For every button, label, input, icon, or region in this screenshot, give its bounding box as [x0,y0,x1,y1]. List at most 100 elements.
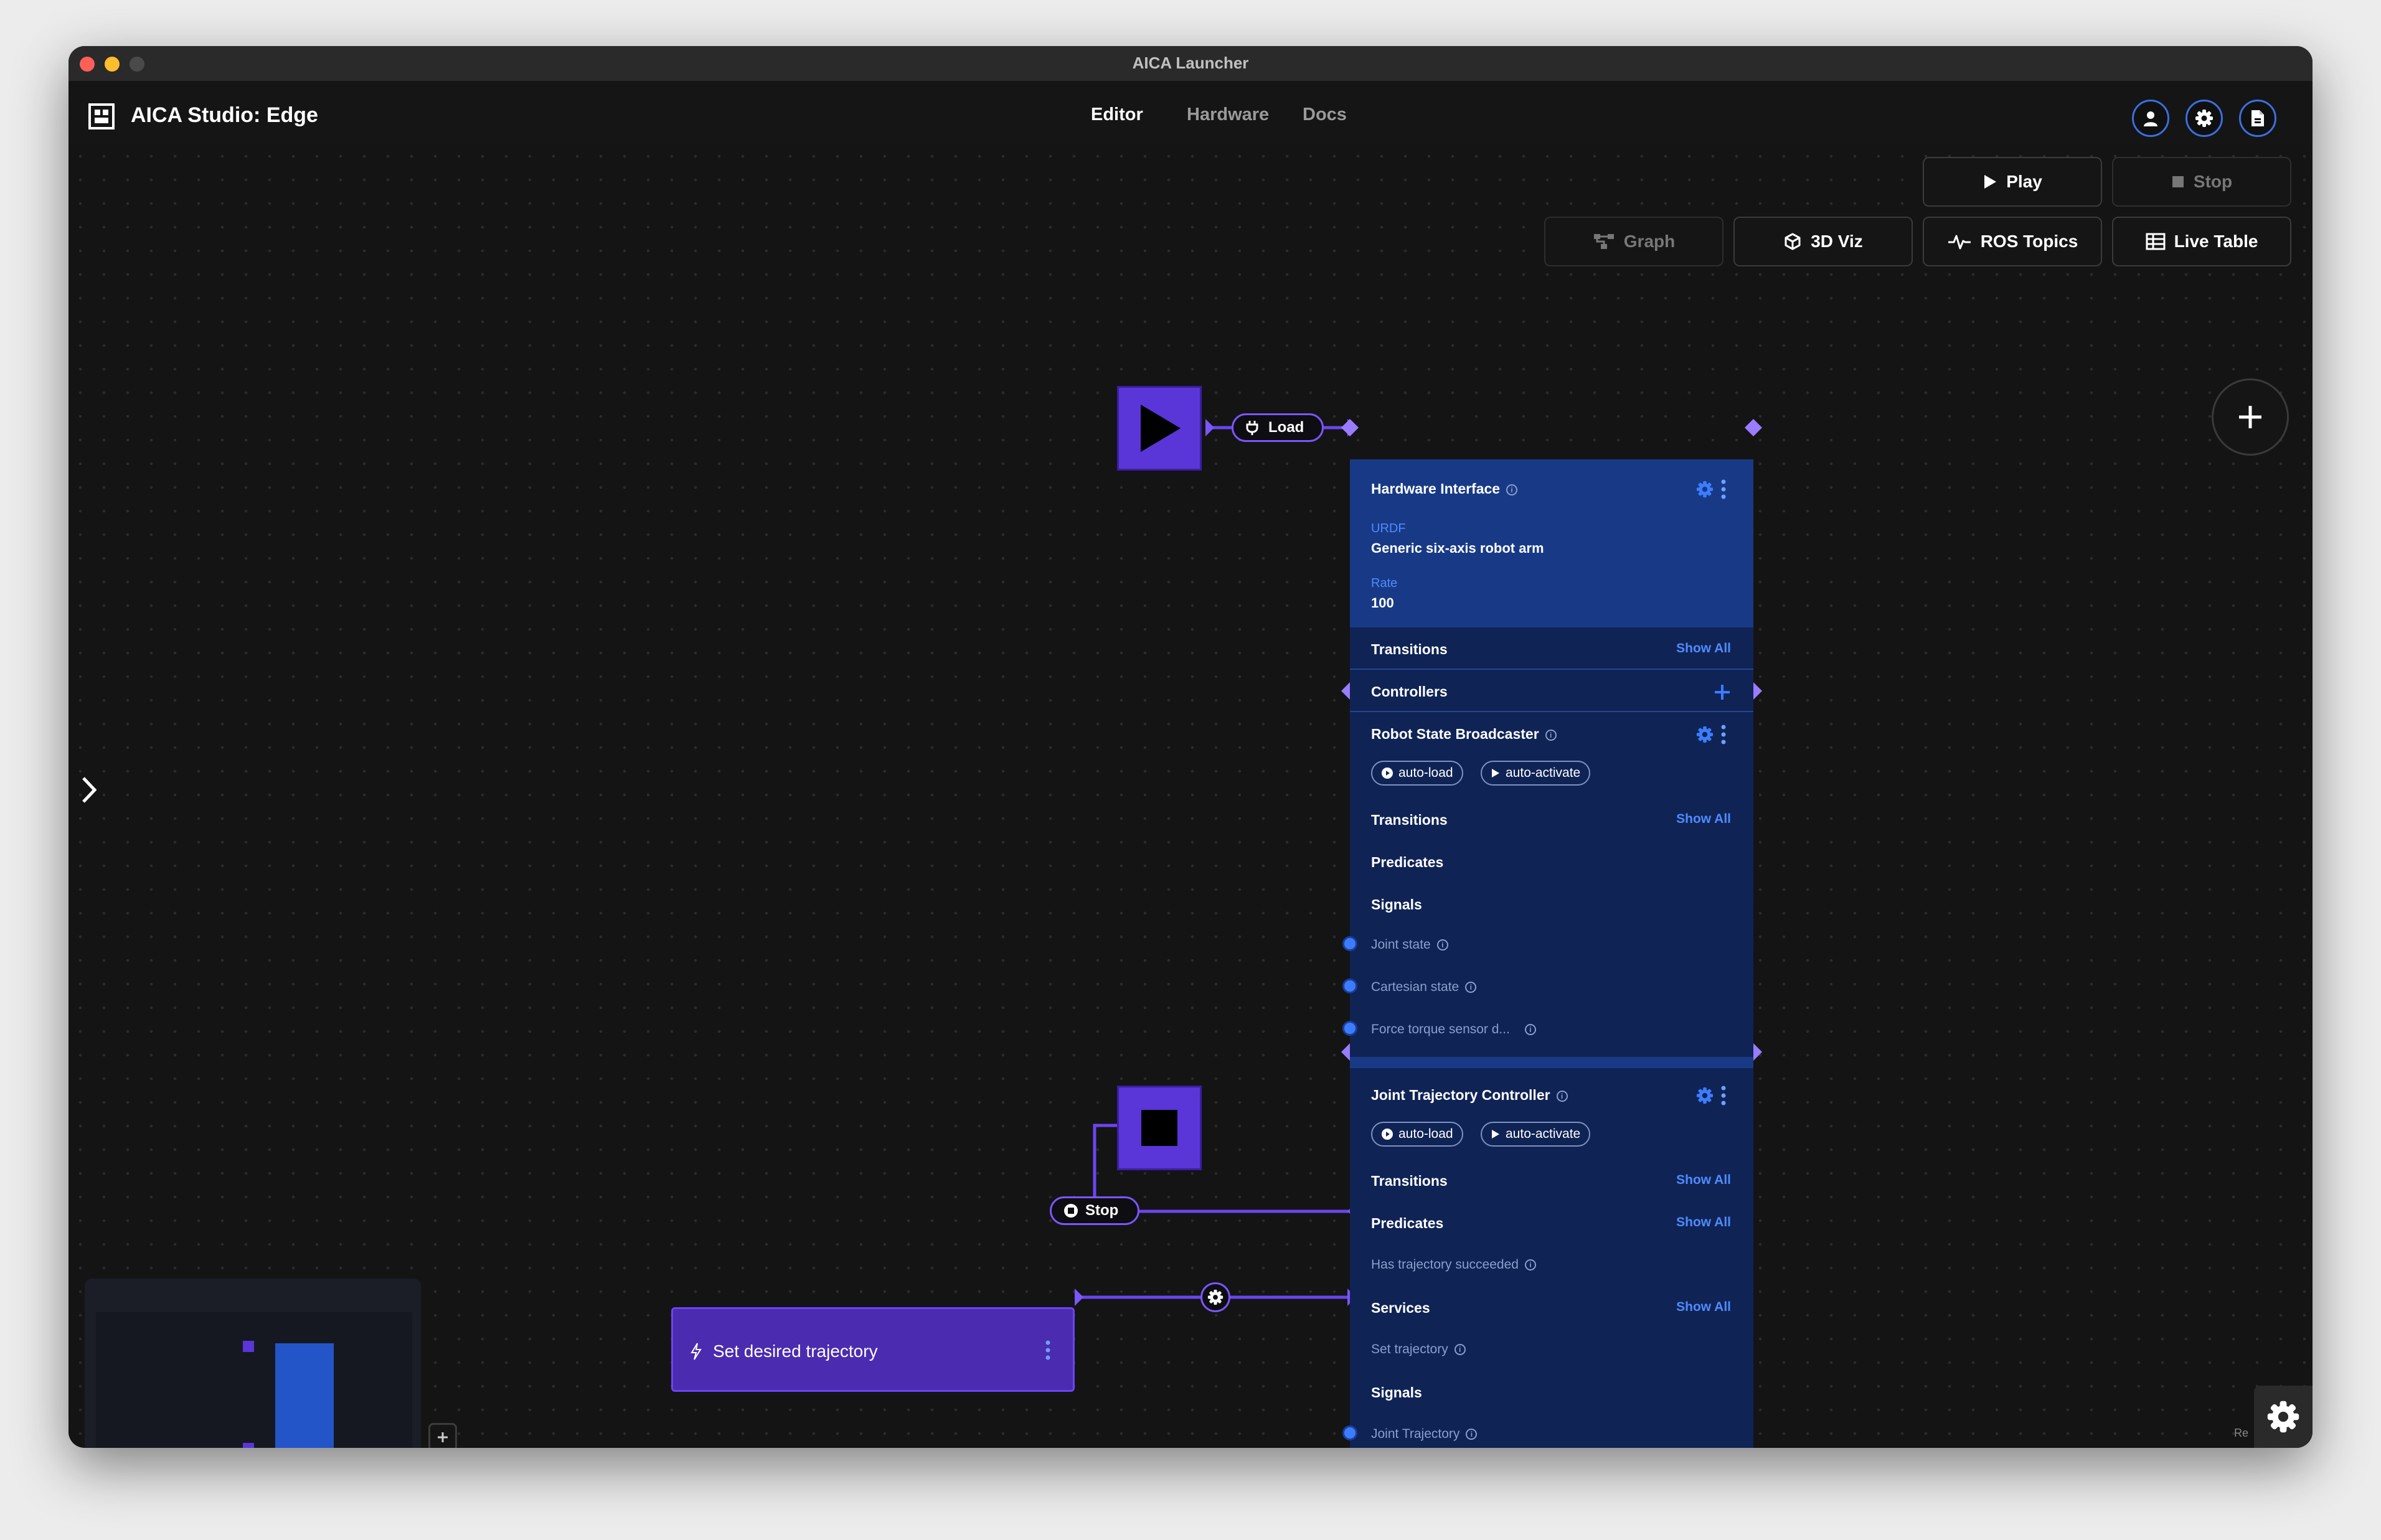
controller-separator [1350,1057,1753,1068]
rsb-auto-activate-tag[interactable]: auto-activate [1481,761,1591,786]
load-event-pill[interactable]: Load [1232,413,1324,442]
more-vertical-icon[interactable] [1721,479,1726,499]
gear-icon [1207,1289,1224,1305]
file-button[interactable] [2239,100,2276,137]
rsb-transitions-show-all[interactable]: Show All [1676,812,1731,827]
tab-docs[interactable]: Docs [1303,105,1347,125]
gear-icon[interactable] [1696,481,1714,498]
jtc-auto-load-tag[interactable]: auto-load [1371,1122,1463,1147]
lightning-icon [691,1343,702,1360]
auto-load-label: auto-load [1398,1127,1453,1141]
settings-button[interactable] [2185,100,2223,137]
play-icon [1141,405,1181,452]
jtc-predicates-show-all[interactable]: Show All [1676,1215,1731,1230]
auto-activate-label: auto-activate [1506,1127,1581,1141]
gear-icon[interactable] [1696,726,1714,743]
start-node[interactable] [1117,386,1202,471]
predicate-has-trajectory-succeeded[interactable]: Has trajectory succeeded i [1371,1257,1536,1272]
stop-event-pill[interactable]: Stop [1050,1196,1139,1225]
signal-port[interactable] [1342,1021,1357,1036]
urdf-label: URDF [1371,522,1406,535]
tab-editor[interactable]: Editor [1091,105,1143,125]
account-button[interactable] [2132,100,2169,137]
rsb-title[interactable]: Robot State Broadcaster i [1371,726,1557,743]
layout-logo-icon [88,103,115,129]
plus-icon [438,1432,448,1442]
graph-edges [1075,419,1762,1306]
minimap-viewport [96,1312,412,1448]
play-circle-icon [1382,768,1393,779]
rsb-signals-label: Signals [1371,896,1422,913]
minimap-node [243,1443,254,1448]
graph-canvas[interactable]: Play Stop Graph 3D Viz ROS Topics Live T… [68,144,2313,1448]
rsb-auto-load-tag[interactable]: auto-load [1371,761,1463,786]
signal-joint-trajectory: Joint Trajectory i [1371,1427,1478,1442]
jtc-auto-activate-tag[interactable]: auto-activate [1481,1122,1591,1147]
add-controller-plus-icon[interactable] [1714,683,1731,701]
stop-square-icon [1141,1110,1177,1146]
app-title: AICA Studio: Edge [131,103,318,127]
hardware-transitions-show-all[interactable]: Show All [1676,641,1731,656]
info-icon[interactable]: i [1556,1090,1568,1102]
info-icon[interactable]: i [1506,484,1518,495]
rate-value: 100 [1371,595,1394,611]
jtc-services-label: Services [1371,1300,1430,1316]
jtc-predicates-label: Predicates [1371,1215,1444,1231]
stop-circle-icon [1064,1204,1078,1218]
window-title: AICA Launcher [1132,54,1249,72]
auto-load-label: auto-load [1398,766,1453,780]
zoom-in-button[interactable] [428,1423,457,1448]
info-icon[interactable]: i [1436,939,1448,951]
more-vertical-icon[interactable] [1045,1340,1050,1360]
gear-icon[interactable] [1696,1087,1714,1104]
load-label: Load [1268,419,1304,436]
jtc-transitions-show-all[interactable]: Show All [1676,1173,1731,1188]
hardware-title: Hardware Interface i [1371,481,1518,497]
gear-icon [2267,1401,2299,1433]
divider [1350,669,1753,670]
play-circle-icon [1382,1129,1393,1140]
jtc-title[interactable]: Joint Trajectory Controller i [1371,1087,1568,1104]
signal-cartesian-state: Cartesian state i [1371,980,1477,995]
signal-port[interactable] [1342,1425,1357,1440]
info-icon[interactable]: i [1465,982,1477,993]
controllers-label: Controllers [1371,683,1448,700]
jtc-signals-label: Signals [1371,1384,1422,1401]
auto-activate-label: auto-activate [1506,766,1581,780]
window-titlebar[interactable]: AICA Launcher [68,46,2313,82]
info-icon[interactable]: i [1524,1024,1536,1036]
rsb-predicates-label: Predicates [1371,854,1444,870]
jtc-transitions-label: Transitions [1371,1173,1448,1189]
gear-icon [2195,110,2213,127]
minimap[interactable] [85,1279,421,1448]
info-icon[interactable]: i [1545,729,1557,741]
rate-label: Rate [1371,576,1398,590]
hardware-interface-node[interactable]: Hardware Interface i URDF Generic six-axi… [1342,459,1753,1448]
divider [1350,711,1753,712]
rsb-transitions-label: Transitions [1371,812,1448,828]
signal-port[interactable] [1342,979,1357,993]
info-icon[interactable]: i [1524,1259,1536,1271]
info-icon[interactable]: i [1466,1429,1478,1440]
stop-node[interactable] [1117,1086,1202,1170]
play-icon [1492,769,1499,777]
more-vertical-icon[interactable] [1721,1086,1726,1106]
signal-force-torque: Force torque sensor d... i [1371,1022,1536,1037]
sequence-node[interactable]: Set desired trajectory [671,1307,1075,1392]
app-header: AICA Studio: Edge Editor Hardware Docs [68,81,2313,146]
corner-text: Re [2234,1427,2249,1439]
more-vertical-icon[interactable] [1721,725,1726,744]
hardware-transitions-label: Transitions [1371,641,1448,657]
app-window: AICA Launcher AICA Studio: Edge Editor H… [68,46,2313,1448]
corner-settings-button[interactable] [2254,1386,2313,1448]
signal-port[interactable] [1342,936,1357,951]
stop-event-label: Stop [1085,1202,1119,1219]
service-set-trajectory[interactable]: Set trajectory i [1371,1342,1466,1357]
jtc-services-show-all[interactable]: Show All [1676,1300,1731,1315]
sequence-label: Set desired trajectory [713,1341,878,1361]
minimap-node [243,1341,254,1352]
info-icon[interactable]: i [1454,1344,1466,1356]
tab-hardware[interactable]: Hardware [1187,105,1269,125]
service-call-node[interactable] [1200,1282,1230,1312]
file-icon [2251,110,2264,126]
